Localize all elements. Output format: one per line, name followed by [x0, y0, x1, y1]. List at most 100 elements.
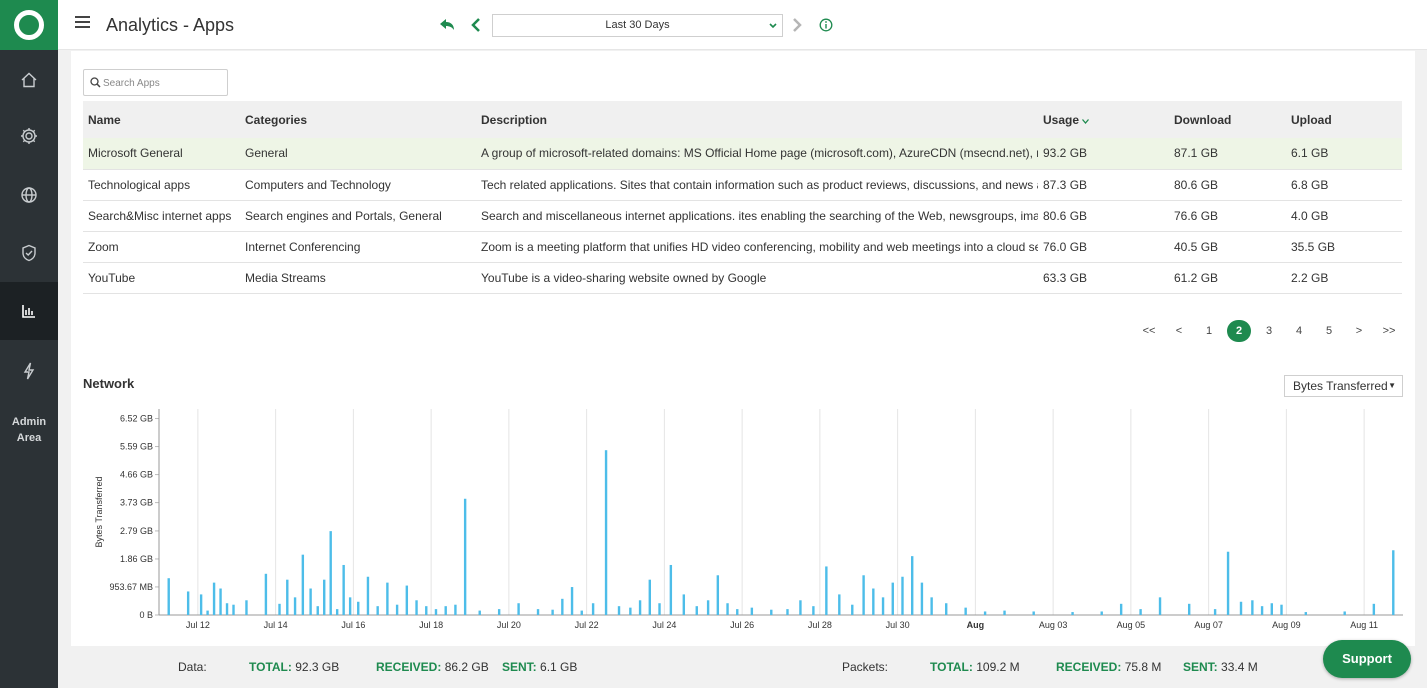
x-tick-label: Aug 09	[1272, 620, 1301, 630]
page-3[interactable]: 3	[1254, 320, 1284, 342]
cell-usage: 80.6 GB	[1038, 200, 1169, 232]
packets-received: RECEIVED: 75.8 M	[1056, 660, 1162, 674]
column-header-categories[interactable]: Categories	[240, 101, 476, 138]
chart-bar	[872, 588, 875, 615]
menu-icon[interactable]	[75, 16, 90, 28]
chevron-right-icon[interactable]	[791, 17, 803, 33]
table-row[interactable]: Technological apps Computers and Technol…	[83, 169, 1402, 201]
page-4[interactable]: 4	[1284, 320, 1314, 342]
page-prev[interactable]: <	[1164, 320, 1194, 342]
chart-bar	[335, 609, 339, 615]
chart-bar	[1260, 606, 1264, 615]
app-logo[interactable]	[0, 0, 58, 50]
info-icon[interactable]	[819, 18, 833, 32]
column-header-download[interactable]: Download	[1169, 101, 1286, 138]
chart-bar	[219, 588, 222, 615]
x-tick-label: Aug 05	[1117, 620, 1146, 630]
cell-description: Zoom is a meeting platform that unifies …	[476, 231, 1038, 263]
chart-bar	[329, 531, 332, 615]
home-icon[interactable]	[0, 51, 58, 109]
cell-category: General	[240, 138, 476, 170]
chart-bar	[1280, 604, 1283, 615]
page-title: Analytics - Apps	[106, 15, 235, 35]
chart-bar	[366, 576, 370, 615]
chart-bar	[348, 597, 352, 615]
cell-upload: 2.2 GB	[1286, 262, 1402, 294]
chart-bar	[415, 600, 418, 615]
page-last[interactable]: >>	[1374, 320, 1404, 342]
cell-description: Search and miscellaneous internet applic…	[476, 200, 1038, 232]
date-range-select[interactable]: Last 30 Days	[492, 14, 783, 37]
cell-download: 87.1 GB	[1169, 138, 1286, 170]
page-5[interactable]: 5	[1314, 320, 1344, 342]
cell-name: Microsoft General	[83, 138, 240, 170]
header: Analytics - Apps Last 30 Days	[58, 0, 1427, 50]
chart-bar	[386, 582, 389, 615]
page-first[interactable]: <<	[1134, 320, 1164, 342]
chart-bar	[1119, 603, 1123, 615]
chart-bar	[658, 603, 661, 615]
cell-download: 61.2 GB	[1169, 262, 1286, 294]
metric-select[interactable]: Bytes Transferred ▼	[1284, 375, 1403, 397]
admin-area-link[interactable]: Admin Area	[0, 414, 58, 446]
cell-description: A group of microsoft-related domains: MS…	[476, 138, 1038, 170]
page-1[interactable]: 1	[1194, 320, 1224, 342]
chart-bar	[316, 606, 319, 615]
search-input[interactable]	[103, 74, 223, 92]
chart-bar	[167, 578, 170, 615]
lightning-icon[interactable]	[0, 342, 58, 400]
support-button[interactable]: Support	[1323, 640, 1411, 678]
chevron-left-icon[interactable]	[470, 17, 482, 33]
chart-bar	[911, 556, 914, 615]
chart-bar	[1304, 612, 1308, 615]
cell-description: YouTube is a video-sharing website owned…	[476, 262, 1038, 294]
shield-icon[interactable]	[0, 224, 58, 282]
globe-icon[interactable]	[0, 166, 58, 224]
chart-bar	[1343, 611, 1346, 615]
cell-download: 76.6 GB	[1169, 200, 1286, 232]
chart-bar	[186, 591, 190, 615]
x-tick-label: Jul 20	[497, 620, 521, 630]
search-box	[83, 69, 228, 96]
cell-upload: 4.0 GB	[1286, 200, 1402, 232]
chart-bar	[264, 573, 268, 615]
chart-bar	[716, 575, 720, 615]
table-header-row: Name Categories Description Usage Downlo…	[83, 101, 1402, 138]
chart-bar	[1158, 597, 1162, 615]
cell-upload: 6.8 GB	[1286, 169, 1402, 201]
chart-bar	[891, 582, 894, 615]
chart-bar	[799, 600, 802, 615]
cell-name: Zoom	[83, 231, 240, 263]
chart-bar	[669, 564, 673, 615]
column-header-usage[interactable]: Usage	[1038, 101, 1169, 138]
chart-bar	[444, 606, 447, 615]
chart-bar	[682, 594, 686, 615]
chart-bar	[1239, 601, 1243, 615]
chart-bar	[862, 575, 865, 615]
chart-bar	[232, 604, 235, 615]
table-row[interactable]: Zoom Internet Conferencing Zoom is a mee…	[83, 231, 1402, 263]
chart-bar	[638, 600, 642, 615]
page-2-current[interactable]: 2	[1224, 320, 1254, 342]
undo-icon[interactable]	[438, 17, 456, 33]
chart-bar	[1003, 610, 1006, 615]
main-panel: Name Categories Description Usage Downlo…	[71, 51, 1415, 646]
table-row[interactable]: YouTube Media Streams YouTube is a video…	[83, 262, 1402, 294]
column-header-upload[interactable]: Upload	[1286, 101, 1402, 138]
column-header-name[interactable]: Name	[83, 101, 240, 138]
chart-bar	[536, 609, 540, 615]
settings-icon[interactable]	[0, 107, 58, 165]
x-tick-label: Aug	[967, 620, 985, 630]
chart-bar	[812, 606, 815, 615]
table-row[interactable]: Search&Misc internet apps Search engines…	[83, 200, 1402, 232]
chart-bar	[278, 603, 281, 615]
analytics-icon[interactable]	[0, 282, 58, 340]
column-header-description[interactable]: Description	[476, 101, 1038, 138]
chart-bar	[1032, 611, 1035, 615]
cell-category: Internet Conferencing	[240, 231, 476, 263]
table-row[interactable]: Microsoft General General A group of mic…	[83, 138, 1402, 170]
chart-bar	[786, 609, 789, 615]
sidebar: Admin Area	[0, 0, 58, 688]
chart-bar	[357, 601, 360, 615]
page-next[interactable]: >	[1344, 320, 1374, 342]
